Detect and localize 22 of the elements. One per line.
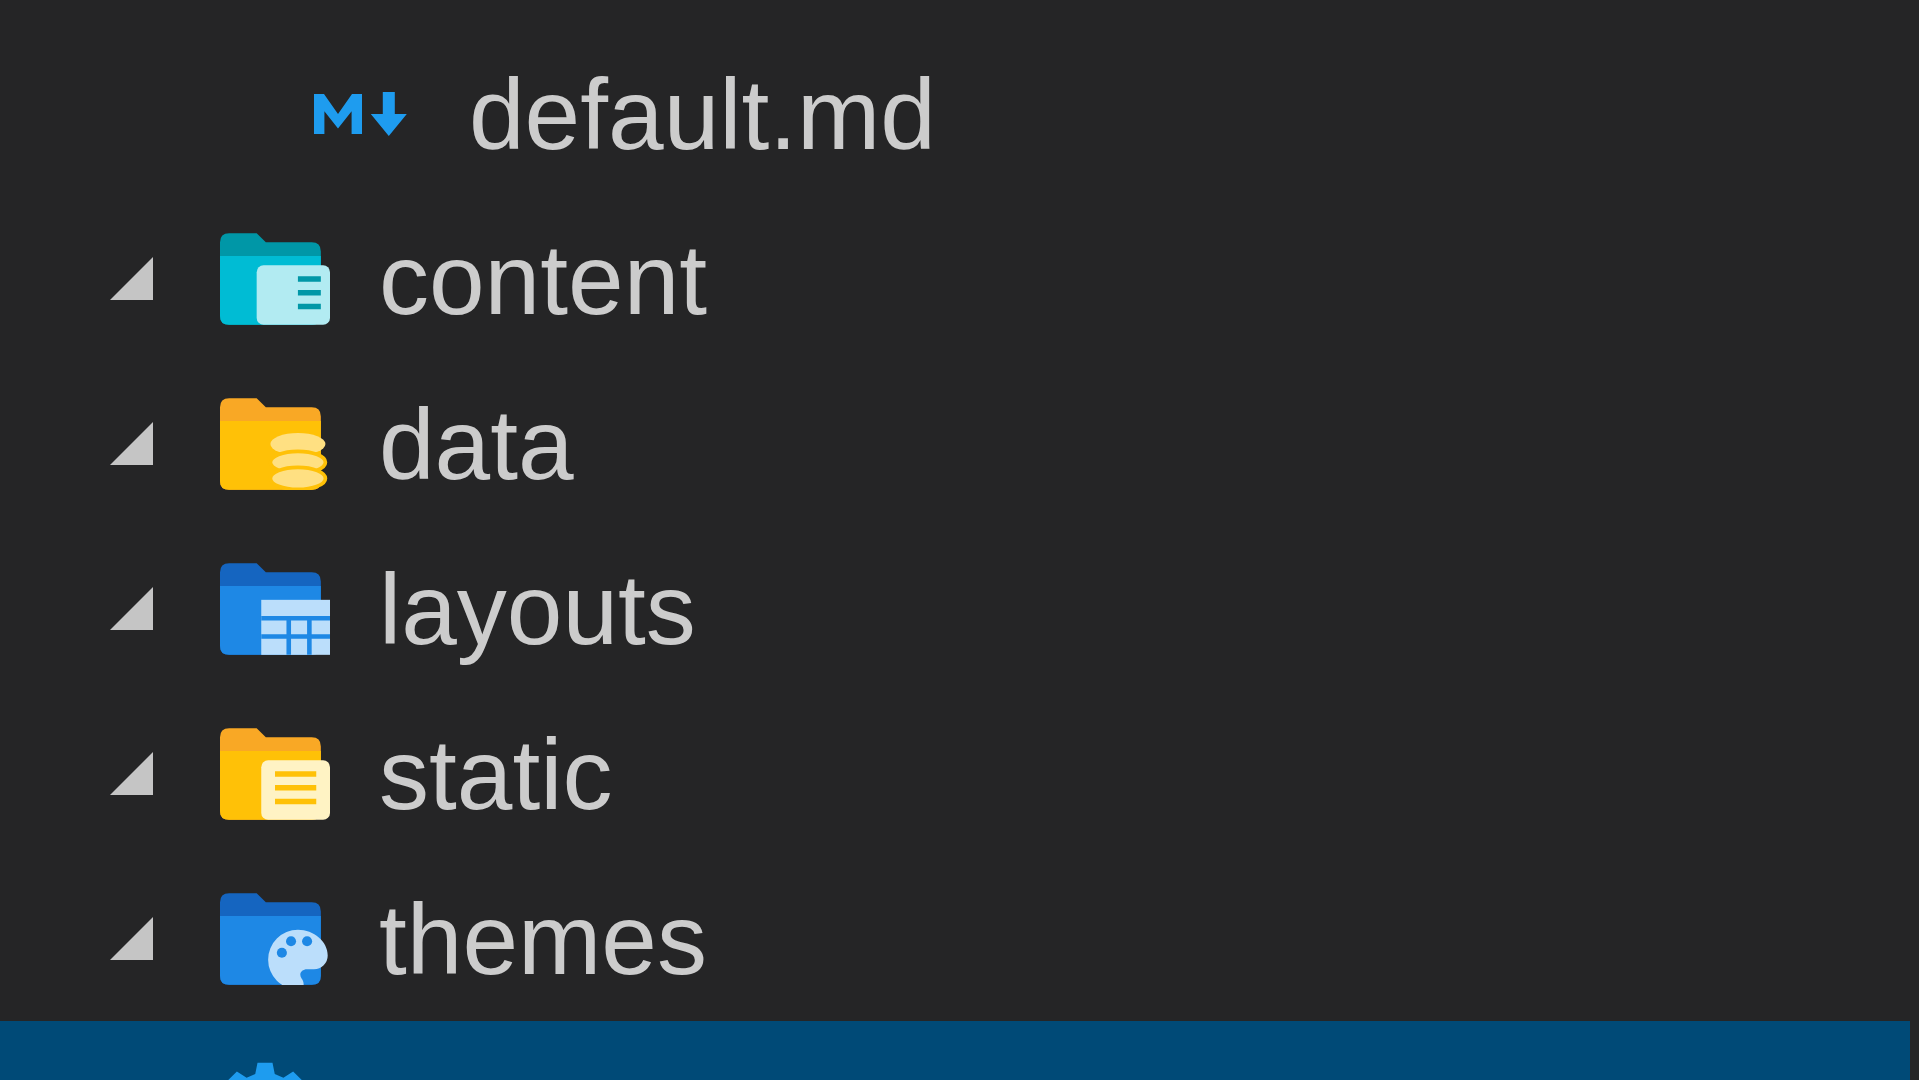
folder-layout-icon bbox=[220, 562, 330, 655]
triangle-icon[interactable] bbox=[110, 257, 153, 300]
item-label: layouts bbox=[379, 551, 696, 667]
tree-item[interactable]: static bbox=[0, 691, 1910, 856]
triangle-icon[interactable] bbox=[110, 917, 153, 960]
tree-item[interactable]: default.md bbox=[0, 31, 1910, 196]
tree-item[interactable]: layouts bbox=[0, 526, 1910, 691]
folder-document-icon bbox=[220, 232, 330, 325]
item-label: themes bbox=[379, 881, 707, 997]
item-label: content bbox=[379, 221, 708, 337]
folder-document-icon bbox=[220, 727, 330, 820]
tree-item[interactable]: content bbox=[0, 196, 1910, 361]
triangle-icon[interactable] bbox=[110, 587, 153, 630]
folder-palette-icon bbox=[220, 892, 330, 985]
folder-database-icon bbox=[220, 397, 330, 490]
triangle-icon[interactable] bbox=[110, 752, 153, 795]
item-label: data bbox=[379, 386, 574, 502]
item-label: static bbox=[379, 716, 613, 832]
tree-item[interactable]: themes bbox=[0, 856, 1910, 1021]
item-label: default.md bbox=[469, 56, 936, 172]
tree-item[interactable]: data bbox=[0, 361, 1910, 526]
triangle-icon[interactable] bbox=[110, 422, 153, 465]
